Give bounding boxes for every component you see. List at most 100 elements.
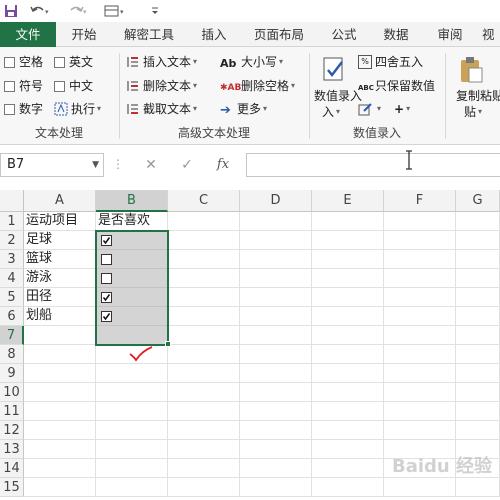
cell-e5[interactable] xyxy=(312,288,384,307)
cell-c13[interactable] xyxy=(168,440,240,459)
cell-g2[interactable] xyxy=(456,231,500,250)
column-header-d[interactable]: D xyxy=(240,190,312,212)
checked-checkbox-icon[interactable] xyxy=(101,292,112,303)
insert-text-button[interactable]: 插入文本 ▾ xyxy=(126,53,197,71)
cell-f2[interactable] xyxy=(384,231,456,250)
cell-b11[interactable] xyxy=(96,402,168,421)
number-checkbox[interactable]: 数字 xyxy=(4,100,43,118)
round-button[interactable]: % 四舍五入 xyxy=(358,53,423,71)
cell-e3[interactable] xyxy=(312,250,384,269)
cell-d11[interactable] xyxy=(240,402,312,421)
cell-c2[interactable] xyxy=(168,231,240,250)
cell-f10[interactable] xyxy=(384,383,456,402)
cell-f12[interactable] xyxy=(384,421,456,440)
cell-f15[interactable] xyxy=(384,478,456,497)
row-header-2[interactable]: 2 xyxy=(0,231,24,250)
cell-e6[interactable] xyxy=(312,307,384,326)
row-header-14[interactable]: 14 xyxy=(0,459,24,478)
cell-f9[interactable] xyxy=(384,364,456,383)
cell-e1[interactable] xyxy=(312,212,384,231)
cell-d12[interactable] xyxy=(240,421,312,440)
cell-d15[interactable] xyxy=(240,478,312,497)
cell-b2[interactable] xyxy=(96,231,168,250)
chevron-down-icon[interactable]: ▼ xyxy=(92,154,99,176)
function-icon[interactable]: fx xyxy=(212,155,234,175)
cell-f11[interactable] xyxy=(384,402,456,421)
space-checkbox[interactable]: 空格 xyxy=(4,53,43,71)
cell-c8[interactable] xyxy=(168,345,240,364)
cell-a7[interactable] xyxy=(24,326,96,345)
cell-e8[interactable] xyxy=(312,345,384,364)
cell-a12[interactable] xyxy=(24,421,96,440)
header-sport[interactable]: 运动项目 xyxy=(24,212,96,231)
sport-name[interactable]: 足球 xyxy=(24,231,96,250)
tab-formulas[interactable]: 公式 xyxy=(322,22,366,47)
cell-a10[interactable] xyxy=(24,383,96,402)
cell-f8[interactable] xyxy=(384,345,456,364)
row-header-7[interactable]: 7 xyxy=(0,326,24,345)
row-header-15[interactable]: 15 xyxy=(0,478,24,497)
cell-g9[interactable] xyxy=(456,364,500,383)
cell-b7[interactable] xyxy=(96,326,168,345)
checked-checkbox-icon[interactable] xyxy=(101,235,112,246)
unchecked-checkbox-icon[interactable] xyxy=(101,273,112,284)
english-checkbox[interactable]: 英文 xyxy=(54,53,93,71)
cell-e9[interactable] xyxy=(312,364,384,383)
tab-home[interactable]: 开始 xyxy=(62,22,106,47)
remove-spaces-button[interactable]: ✱AB 删除空格 ▾ xyxy=(220,77,295,95)
numeric-entry-icon[interactable] xyxy=(318,55,352,83)
column-header-b[interactable]: B xyxy=(96,190,168,212)
edit-dropdown[interactable]: ▾ xyxy=(358,100,381,118)
cell-g5[interactable] xyxy=(456,288,500,307)
delete-text-button[interactable]: 删除文本 ▾ xyxy=(126,77,197,95)
cell-c3[interactable] xyxy=(168,250,240,269)
cell-e4[interactable] xyxy=(312,269,384,288)
tab-decrypt-tools[interactable]: 解密工具 xyxy=(118,22,180,47)
tab-insert[interactable]: 插入 xyxy=(192,22,236,47)
cell-c12[interactable] xyxy=(168,421,240,440)
cell-a13[interactable] xyxy=(24,440,96,459)
cell-a11[interactable] xyxy=(24,402,96,421)
cell-g10[interactable] xyxy=(456,383,500,402)
row-header-9[interactable]: 9 xyxy=(0,364,24,383)
cell-e10[interactable] xyxy=(312,383,384,402)
clipboard-icon[interactable] xyxy=(458,55,484,85)
cell-g6[interactable] xyxy=(456,307,500,326)
chinese-checkbox[interactable]: 中文 xyxy=(54,77,93,95)
more-button[interactable]: ➔ 更多 ▾ xyxy=(220,100,267,118)
cancel-icon[interactable]: ✕ xyxy=(140,155,162,175)
column-header-g[interactable]: G xyxy=(456,190,500,212)
save-icon[interactable] xyxy=(4,2,18,20)
fill-handle[interactable] xyxy=(165,341,171,347)
cell-g8[interactable] xyxy=(456,345,500,364)
unchecked-checkbox-icon[interactable] xyxy=(101,254,112,265)
cell-b3[interactable] xyxy=(96,250,168,269)
column-header-e[interactable]: E xyxy=(312,190,384,212)
cell-b13[interactable] xyxy=(96,440,168,459)
sport-name[interactable]: 田径 xyxy=(24,288,96,307)
cell-d5[interactable] xyxy=(240,288,312,307)
form-icon[interactable]: ▾ xyxy=(104,2,128,20)
cell-c5[interactable] xyxy=(168,288,240,307)
cell-g7[interactable] xyxy=(456,326,500,345)
row-header-5[interactable]: 5 xyxy=(0,288,24,307)
cell-f1[interactable] xyxy=(384,212,456,231)
cell-g4[interactable] xyxy=(456,269,500,288)
cell-b9[interactable] xyxy=(96,364,168,383)
row-header-10[interactable]: 10 xyxy=(0,383,24,402)
sport-name[interactable]: 划船 xyxy=(24,307,96,326)
cell-c11[interactable] xyxy=(168,402,240,421)
cell-g12[interactable] xyxy=(456,421,500,440)
cell-d7[interactable] xyxy=(240,326,312,345)
cell-d6[interactable] xyxy=(240,307,312,326)
cell-g3[interactable] xyxy=(456,250,500,269)
cell-e2[interactable] xyxy=(312,231,384,250)
tab-file[interactable]: 文件 xyxy=(0,22,56,47)
row-header-4[interactable]: 4 xyxy=(0,269,24,288)
cell-b12[interactable] xyxy=(96,421,168,440)
column-header-f[interactable]: F xyxy=(384,190,456,212)
case-button[interactable]: Ab 大小写 ▾ xyxy=(220,53,283,71)
cell-c14[interactable] xyxy=(168,459,240,478)
cell-c6[interactable] xyxy=(168,307,240,326)
cell-c7[interactable] xyxy=(168,326,240,345)
